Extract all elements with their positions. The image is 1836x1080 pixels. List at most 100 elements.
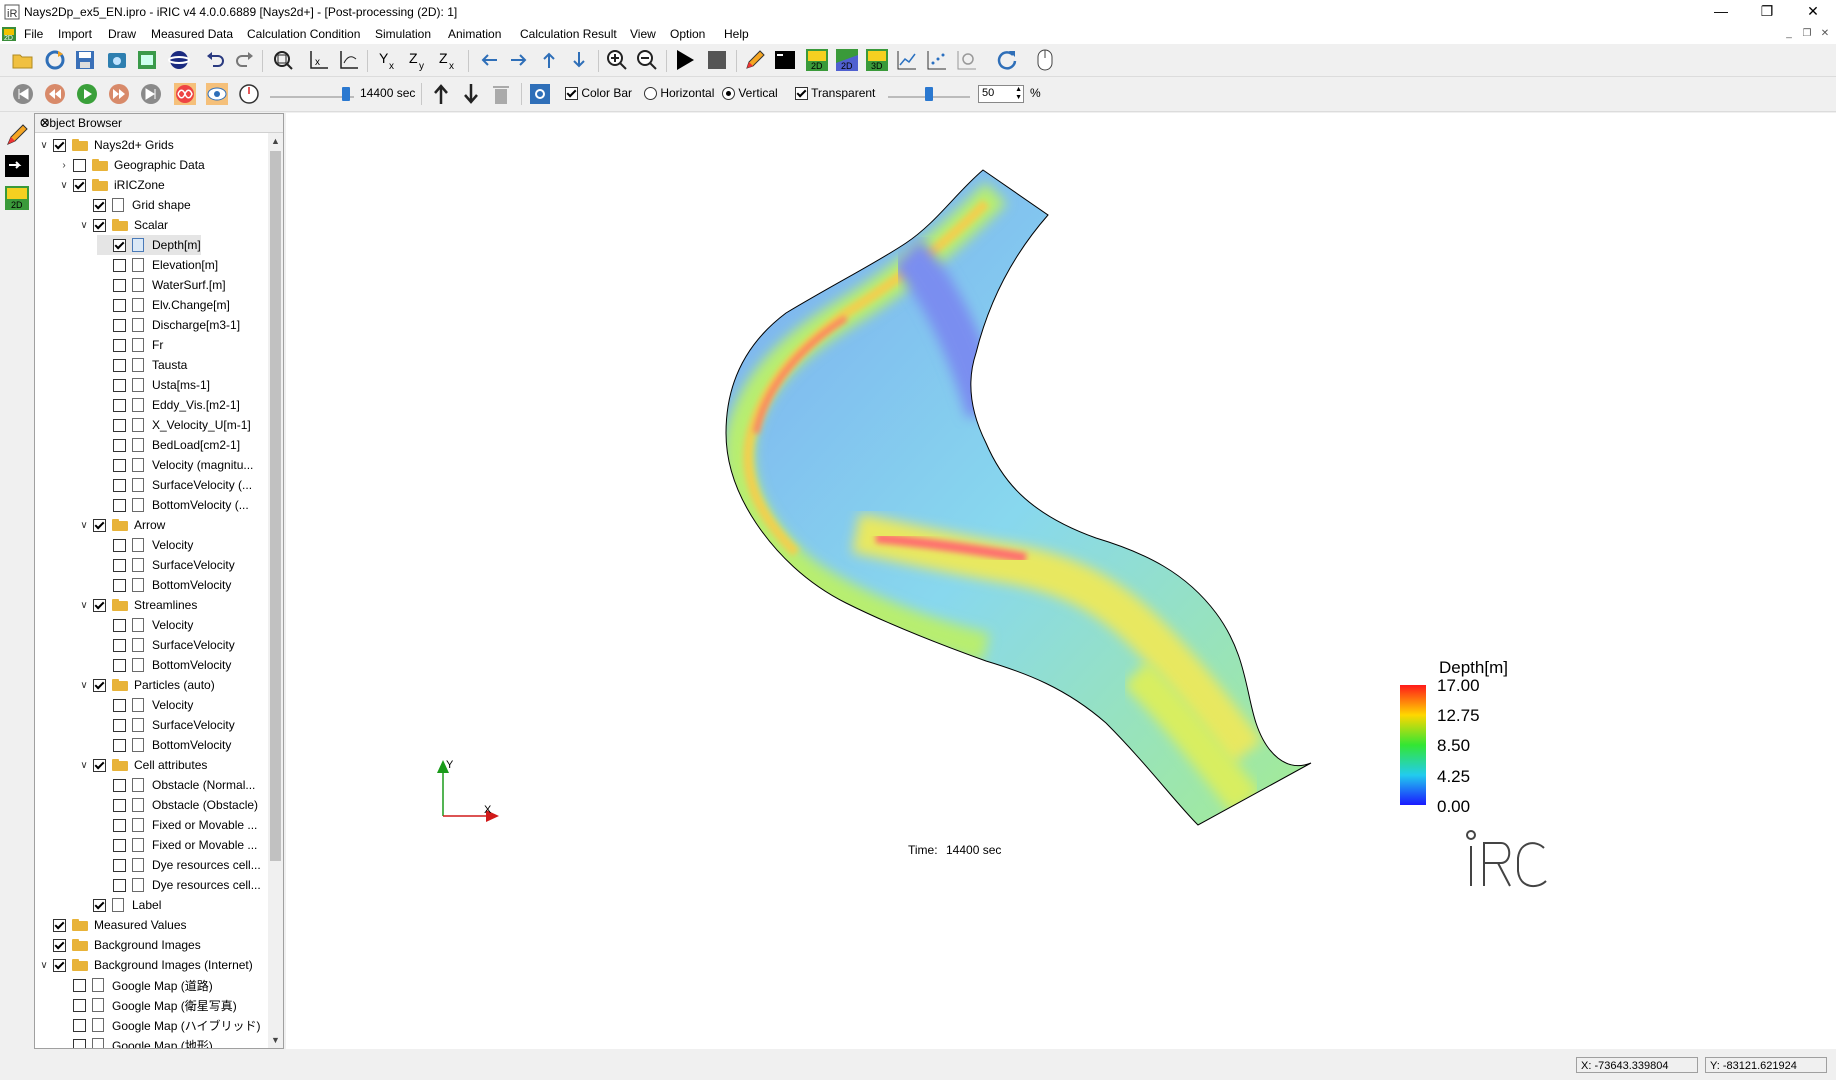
- undo-icon[interactable]: [202, 47, 228, 73]
- expand-chevron-icon[interactable]: ∨: [77, 220, 91, 231]
- tree-item[interactable]: Usta[ms-1]: [97, 375, 210, 395]
- tree-item[interactable]: Label: [77, 895, 161, 915]
- delete-icon[interactable]: [488, 81, 514, 107]
- post-2d-bird-eye-icon[interactable]: 2D: [834, 47, 860, 73]
- tree-item-checkbox[interactable]: [113, 278, 126, 292]
- solver-output-icon[interactable]: [4, 153, 30, 179]
- tree-item-checkbox[interactable]: [113, 638, 126, 652]
- tree-item[interactable]: ∨ iRICZone: [57, 175, 164, 195]
- tree-item-checkbox[interactable]: [113, 738, 126, 752]
- yz-plane-icon[interactable]: Zy: [406, 47, 432, 73]
- tree-item[interactable]: BottomVelocity: [97, 575, 231, 595]
- tree-item[interactable]: BedLoad[cm2-1]: [97, 435, 240, 455]
- move-right-icon[interactable]: [506, 47, 532, 73]
- zx-plane-icon[interactable]: Zx: [436, 47, 462, 73]
- tree-item[interactable]: Fixed or Movable ...: [97, 815, 257, 835]
- move-up-icon[interactable]: [536, 47, 562, 73]
- snapshot-icon[interactable]: [104, 47, 130, 73]
- tree-item-checkbox[interactable]: [113, 298, 126, 312]
- edit-mode-icon[interactable]: [4, 121, 30, 147]
- mouse-hint-icon[interactable]: [1032, 47, 1058, 73]
- menu-calculation-result[interactable]: Calculation Result: [520, 27, 617, 41]
- tree-item-checkbox[interactable]: [53, 938, 66, 952]
- menu-animation[interactable]: Animation: [448, 27, 501, 41]
- tree-item-checkbox[interactable]: [113, 558, 126, 572]
- tree-item[interactable]: Velocity: [97, 695, 193, 715]
- tree-item[interactable]: SurfaceVelocity (...: [97, 475, 252, 495]
- tree-item[interactable]: Fixed or Movable ...: [97, 835, 257, 855]
- post2d-viewport[interactable]: Y X Depth[m] 17.00 12.75 8.50 4.25 0.00 …: [286, 113, 1836, 1049]
- solver-console-icon[interactable]: [772, 47, 798, 73]
- tree-item-checkbox[interactable]: [113, 378, 126, 392]
- tree-item-checkbox[interactable]: [113, 798, 126, 812]
- tree-item-checkbox[interactable]: [113, 418, 126, 432]
- fit-view-icon[interactable]: [270, 47, 296, 73]
- continuous-snapshot-icon[interactable]: [134, 47, 160, 73]
- tree-item-checkbox[interactable]: [113, 838, 126, 852]
- colorbar-toggle[interactable]: Color Bar: [565, 86, 632, 101]
- menu-import[interactable]: Import: [58, 27, 92, 41]
- tree-item-checkbox[interactable]: [113, 398, 126, 412]
- tree-item-checkbox[interactable]: [113, 458, 126, 472]
- opacity-slider[interactable]: [888, 87, 970, 101]
- tree-item-checkbox[interactable]: [113, 818, 126, 832]
- mdi-restore-button[interactable]: ❐: [1800, 28, 1814, 40]
- tree-item-checkbox[interactable]: [113, 438, 126, 452]
- post-2d-icon[interactable]: 2D: [804, 47, 830, 73]
- post2d-view-icon[interactable]: 2D: [4, 185, 30, 211]
- horizontal-option[interactable]: Horizontal: [644, 86, 714, 101]
- move-down-icon[interactable]: [566, 47, 592, 73]
- tree-item-checkbox[interactable]: [113, 858, 126, 872]
- zoom-out-icon[interactable]: [634, 47, 660, 73]
- tree-item-checkbox[interactable]: [113, 658, 126, 672]
- tree-item[interactable]: SurfaceVelocity: [97, 715, 235, 735]
- tree-item-checkbox[interactable]: [73, 978, 86, 992]
- tree-item[interactable]: Google Map (地形): [57, 1035, 213, 1048]
- tree-item[interactable]: ∨ Streamlines: [77, 595, 197, 615]
- mdi-close-button[interactable]: ✕: [1818, 28, 1832, 40]
- tree-item[interactable]: Velocity: [97, 615, 193, 635]
- save-icon[interactable]: [72, 47, 98, 73]
- tree-item[interactable]: BottomVelocity: [97, 735, 231, 755]
- menu-option[interactable]: Option: [670, 27, 705, 41]
- tree-item[interactable]: Dye resources cell...: [97, 875, 261, 895]
- tree-item[interactable]: ∨ Cell attributes: [77, 755, 207, 775]
- collapse-chevron-icon[interactable]: ›: [57, 160, 71, 171]
- tree-item-checkbox[interactable]: [113, 618, 126, 632]
- tree-item[interactable]: ∨ Scalar: [77, 215, 168, 235]
- google-earth-icon[interactable]: [166, 47, 192, 73]
- verification-icon[interactable]: [954, 47, 980, 73]
- tree-item[interactable]: › Geographic Data: [57, 155, 204, 175]
- tree-item[interactable]: SurfaceVelocity: [97, 635, 235, 655]
- tree-item[interactable]: Dye resources cell...: [97, 855, 261, 875]
- scroll-thumb[interactable]: [270, 151, 281, 861]
- rotate-view-icon[interactable]: [336, 47, 362, 73]
- tree-item[interactable]: Depth[m]: [97, 235, 201, 255]
- menu-draw[interactable]: Draw: [108, 27, 136, 41]
- tree-item-checkbox[interactable]: [113, 338, 126, 352]
- tree-item-checkbox[interactable]: [113, 778, 126, 792]
- menu-view[interactable]: View: [630, 27, 656, 41]
- tree-item-checkbox[interactable]: [73, 178, 86, 192]
- spin-up-icon[interactable]: ▲: [1015, 86, 1022, 93]
- tree-item[interactable]: Grid shape: [77, 195, 191, 215]
- tree-item[interactable]: Obstacle (Normal...: [97, 775, 255, 795]
- tree-item[interactable]: Eddy_Vis.[m2-1]: [97, 395, 240, 415]
- transparent-checkbox[interactable]: [795, 87, 808, 101]
- tree-item[interactable]: Velocity (magnitu...: [97, 455, 253, 475]
- tree-item-checkbox[interactable]: [53, 918, 66, 932]
- tree-item-checkbox[interactable]: [73, 1018, 86, 1032]
- mdi-minimize-button[interactable]: _: [1782, 28, 1796, 40]
- tree-item-checkbox[interactable]: [113, 538, 126, 552]
- tree-item[interactable]: X_Velocity_U[m-1]: [97, 415, 251, 435]
- expand-chevron-icon[interactable]: ∨: [77, 760, 91, 771]
- tree-item[interactable]: BottomVelocity (...: [97, 495, 249, 515]
- reload-project-icon[interactable]: [42, 47, 68, 73]
- timer-icon[interactable]: [236, 81, 262, 107]
- vertical-radio[interactable]: [722, 87, 735, 101]
- run-simulation-icon[interactable]: [672, 47, 698, 73]
- follow-current-icon[interactable]: [204, 81, 230, 107]
- tree-item-checkbox[interactable]: [93, 198, 106, 212]
- graph-window-icon[interactable]: [894, 47, 920, 73]
- tree-item[interactable]: Fr: [97, 335, 163, 355]
